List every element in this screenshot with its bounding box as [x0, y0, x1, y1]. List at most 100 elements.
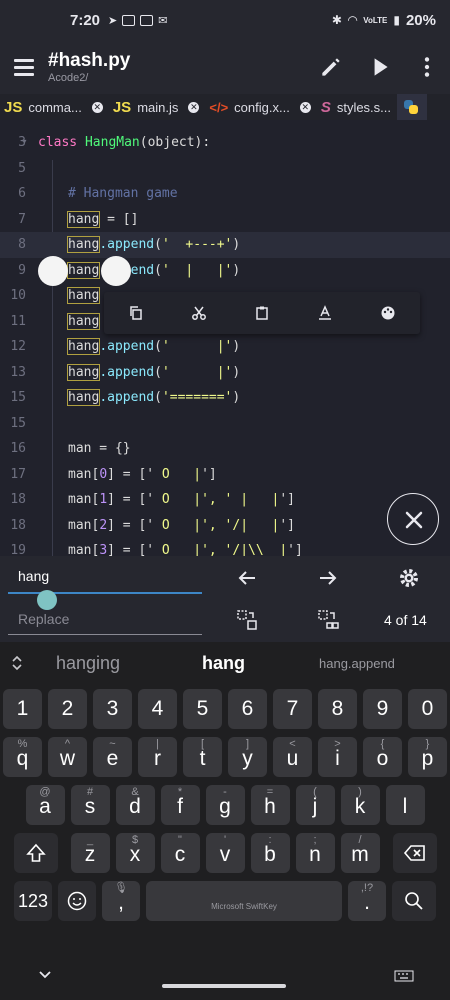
search-key[interactable] [392, 881, 436, 921]
key-2[interactable]: 2 [48, 689, 87, 729]
key-label: t [199, 747, 206, 770]
key-3[interactable]: 3 [93, 689, 132, 729]
suggestion-left[interactable]: hanging [56, 653, 120, 674]
selection-handle-start[interactable] [38, 256, 68, 286]
replace-input-underline [8, 634, 202, 635]
key-l[interactable]: l [385, 785, 425, 825]
key-z[interactable]: _ z [70, 833, 110, 873]
key-a[interactable]: @ a [25, 785, 65, 825]
keyboard-switch-icon[interactable] [394, 970, 414, 982]
hide-keyboard-chevron-icon[interactable] [38, 968, 52, 982]
more-vert-icon[interactable] [414, 54, 440, 80]
key-q[interactable]: % q [3, 737, 42, 777]
key-alt-symbol: [ [200, 738, 205, 750]
key-label: h [264, 795, 276, 818]
key-p[interactable]: } p [408, 737, 447, 777]
key-r[interactable]: | r [138, 737, 177, 777]
key-label: y [242, 747, 253, 770]
number-mode-key[interactable]: 123 [14, 881, 52, 921]
key-b[interactable]: :b [250, 833, 290, 873]
find-next-arrow-icon[interactable] [316, 566, 340, 590]
close-tab-icon[interactable]: ✕ [188, 101, 200, 113]
key-w[interactable]: ^ w [48, 737, 87, 777]
selection-menu [104, 292, 420, 334]
fold-arrow-icon[interactable]: ▾ [22, 130, 27, 156]
search-settings-gear-icon[interactable] [397, 566, 421, 590]
shift-arrow-icon [25, 843, 46, 862]
hamburger-menu-icon[interactable] [14, 59, 34, 76]
python-icon [404, 100, 419, 114]
key-g[interactable]: -g [205, 785, 245, 825]
key-s[interactable]: # s [70, 785, 110, 825]
file-tab-bar: JS comma... ✕ JS main.js ✕ </> config.x.… [0, 94, 450, 120]
key-k[interactable]: ) k [340, 785, 380, 825]
key-m[interactable]: / m [340, 833, 380, 873]
key-alt-symbol: & [131, 786, 139, 798]
emoji-smiley-icon [67, 891, 87, 911]
key-d[interactable]: & d [115, 785, 155, 825]
key-6[interactable]: 6 [228, 689, 267, 729]
replace-all-icon[interactable] [316, 608, 340, 632]
period-key[interactable]: ,!? . [348, 881, 386, 921]
key-row-3: _ z $ x " c ' v: b; n / m [0, 833, 450, 873]
color-palette-icon[interactable] [380, 305, 396, 321]
code-line: 5 [18, 160, 26, 176]
expand-toolbar-icon[interactable] [10, 654, 24, 672]
key-o[interactable]: {o [363, 737, 402, 777]
find-input[interactable]: hang [18, 568, 49, 584]
text-cursor-handle[interactable] [37, 590, 57, 610]
key-5[interactable]: 5 [183, 689, 222, 729]
close-tab-icon[interactable]: ✕ [299, 101, 311, 113]
copy-icon[interactable] [128, 305, 144, 321]
code-line: 19 man[3] = [' O |', '/|\\ |'] [10, 543, 303, 556]
backspace-icon [403, 845, 425, 861]
tab-config[interactable]: </> config.x... ✕ [205, 94, 316, 120]
cut-icon[interactable] [191, 305, 207, 321]
suggestion-center[interactable]: hang [202, 653, 245, 674]
key-label: 0 [421, 697, 434, 720]
key-label: d [129, 795, 141, 818]
key-y[interactable]: ] y [228, 737, 267, 777]
key-9[interactable]: 9 [363, 689, 402, 729]
close-search-button[interactable] [387, 493, 439, 545]
key-i[interactable]: > i [318, 737, 357, 777]
backspace-key[interactable] [392, 833, 437, 873]
find-previous-arrow-icon[interactable] [235, 566, 259, 590]
select-all-icon[interactable] [317, 305, 333, 321]
code-editor[interactable]: 3 ▾ class HangMan(object): 5 6 # Hangman … [0, 120, 450, 556]
key-h[interactable]: = h [250, 785, 290, 825]
edit-pencil-icon[interactable] [318, 54, 344, 80]
key-c[interactable]: " c [160, 833, 200, 873]
code-line: 15 hang.append('=======') [10, 389, 241, 406]
shift-key[interactable] [13, 833, 58, 873]
key-f[interactable]: * f [160, 785, 200, 825]
run-play-icon[interactable] [367, 54, 393, 80]
key-v[interactable]: ' v [205, 833, 245, 873]
tab-commands[interactable]: JS comma... ✕ [0, 94, 109, 120]
comma-key[interactable]: 🎙 , [102, 881, 140, 921]
emoji-key[interactable] [58, 881, 96, 921]
suggestion-right[interactable]: hang.append [319, 656, 395, 671]
paste-icon[interactable] [254, 305, 270, 321]
key-alt-symbol: _ [86, 834, 94, 846]
tab-main-js[interactable]: JS main.js ✕ [109, 94, 206, 120]
tab-styles[interactable]: S styles.s... [317, 94, 397, 120]
key-x[interactable]: $ x [115, 833, 155, 873]
selection-handle-end[interactable] [101, 256, 131, 286]
tab-hash-py-active[interactable] [397, 94, 428, 120]
key-7[interactable]: 7 [273, 689, 312, 729]
key-n[interactable]: ; n [295, 833, 335, 873]
key-j[interactable]: (j [295, 785, 335, 825]
replace-one-icon[interactable] [235, 608, 259, 632]
space-bar[interactable]: Microsoft SwiftKey [146, 881, 342, 921]
key-1[interactable]: 1 [3, 689, 42, 729]
key-e[interactable]: ~ e [93, 737, 132, 777]
key-8[interactable]: 8 [318, 689, 357, 729]
key-0[interactable]: 0 [408, 689, 447, 729]
home-gesture-bar[interactable] [162, 984, 286, 988]
key-u[interactable]: < u [273, 737, 312, 777]
close-tab-icon[interactable]: ✕ [91, 101, 103, 113]
key-t[interactable]: [t [183, 737, 222, 777]
replace-input[interactable]: Replace [18, 611, 69, 627]
key-4[interactable]: 4 [138, 689, 177, 729]
